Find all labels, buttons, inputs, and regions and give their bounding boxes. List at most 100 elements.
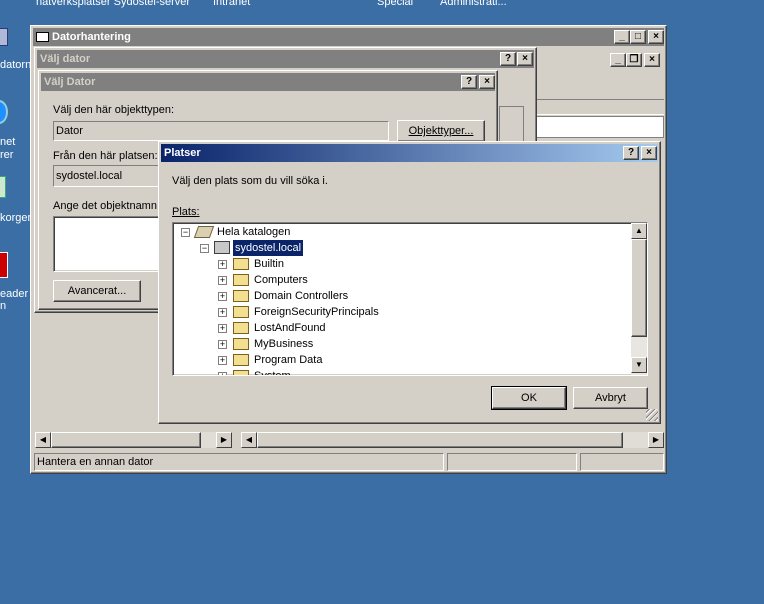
folder-icon: [233, 306, 249, 318]
platser-dialog: Platser ? × Välj den plats som du vill s…: [158, 141, 661, 424]
expand-icon[interactable]: +: [218, 292, 227, 301]
desktop-icon-computer[interactable]: [0, 26, 12, 50]
folder-icon: [233, 322, 249, 334]
platser-instruction: Välj den plats som du vill söka i.: [172, 175, 328, 187]
close-button[interactable]: ×: [479, 75, 495, 89]
left-hscroll-thumb[interactable]: [51, 432, 201, 448]
maximize-button[interactable]: □: [630, 30, 646, 44]
scroll-up-arrow-icon[interactable]: ▲: [631, 223, 647, 239]
help-button[interactable]: ?: [461, 75, 477, 89]
right-hscroll-thumb[interactable]: [257, 432, 623, 448]
valj-dator-outer-title: Välj dator: [40, 53, 91, 65]
computer-management-icon: [36, 32, 49, 43]
object-type-value: Dator: [56, 125, 83, 137]
scroll-right-arrow-icon[interactable]: ▶: [216, 432, 232, 448]
desktop-icon-reader[interactable]: [0, 252, 10, 280]
object-name-textarea[interactable]: [53, 216, 163, 272]
child-minimize-button[interactable]: _: [610, 53, 626, 67]
desktop-icon-label-korgen: korgen: [0, 212, 34, 224]
collapse-icon[interactable]: −: [200, 244, 209, 253]
close-button[interactable]: ×: [517, 52, 533, 66]
object-type-field: Dator: [53, 121, 389, 141]
expand-icon[interactable]: +: [218, 324, 227, 333]
right-panel-content: [536, 116, 664, 138]
tree-child-label: MyBusiness: [254, 338, 314, 350]
right-panel-header: [536, 99, 664, 115]
tree-vscrollbar[interactable]: ▲ ▼: [631, 223, 647, 375]
statusbar-main: Hantera en annan dator: [34, 453, 444, 471]
valj-dator-inner-titlebar: Välj Dator: [41, 73, 495, 91]
right-hscrollbar[interactable]: ◀ ▶: [241, 432, 664, 448]
close-button[interactable]: ×: [648, 30, 664, 44]
help-button[interactable]: ?: [623, 146, 639, 160]
shortcut-administrati[interactable]: Administrati...: [440, 0, 507, 8]
shortcut-special[interactable]: Special: [377, 0, 413, 8]
close-button[interactable]: ×: [641, 146, 657, 160]
desktop-icon-label-n: n: [0, 300, 7, 312]
folder-icon: [233, 290, 249, 302]
collapse-icon[interactable]: −: [181, 228, 190, 237]
tree-child-label: LostAndFound: [254, 322, 326, 334]
location-value: sydostel.local: [56, 170, 123, 182]
top-bar-texts: nätverksplatser Sydostel-server Intranet…: [0, 0, 764, 10]
datorhantering-titlebar: Datorhantering: [33, 28, 664, 46]
folder-icon: [233, 274, 249, 286]
folder-icon: [233, 338, 249, 350]
child-restore-button[interactable]: ❐: [626, 53, 642, 67]
valj-dator-outer-titlebar: Välj dator: [37, 50, 534, 68]
help-button[interactable]: ?: [500, 52, 516, 66]
location-tree[interactable]: − Hela katalogen − sydostel.local + Buil…: [172, 222, 648, 376]
platser-location-label: Plats:: [172, 206, 200, 218]
ok-button[interactable]: OK: [491, 386, 567, 410]
resize-grip-icon[interactable]: [646, 409, 658, 421]
advanced-button-label: Avancerat...: [67, 285, 127, 297]
scroll-left-arrow-icon[interactable]: ◀: [241, 432, 257, 448]
desktop-icon-label-net: net: [0, 136, 16, 148]
expand-icon[interactable]: +: [218, 340, 227, 349]
scroll-right-arrow-icon[interactable]: ▶: [648, 432, 664, 448]
tree-root-hela-katalogen[interactable]: Hela katalogen: [217, 224, 290, 240]
desktop-icon-recycle[interactable]: [0, 176, 10, 202]
object-types-button[interactable]: Objekttyper...: [397, 120, 485, 142]
tree-child-label: Computers: [254, 274, 308, 286]
directory-icon: [193, 226, 215, 238]
expand-icon[interactable]: +: [218, 260, 227, 269]
desktop-icon-ie[interactable]: [0, 100, 10, 126]
internet-explorer-icon: [0, 100, 8, 124]
statusbar-text: Hantera en annan dator: [37, 456, 154, 468]
cancel-button[interactable]: Avbryt: [573, 387, 648, 409]
desktop-icon-label-eader: eader: [0, 288, 29, 300]
scroll-left-arrow-icon[interactable]: ◀: [35, 432, 51, 448]
expand-icon[interactable]: +: [218, 372, 227, 375]
desktop-icon-label-datorn: datorn: [0, 59, 32, 71]
child-close-button[interactable]: ×: [644, 53, 660, 67]
domain-icon: [214, 241, 230, 254]
expand-icon[interactable]: +: [218, 276, 227, 285]
advanced-button[interactable]: Avancerat...: [53, 280, 141, 302]
folder-icon: [233, 370, 249, 375]
computer-icon: [0, 28, 8, 46]
scroll-down-arrow-icon[interactable]: ▼: [631, 357, 647, 373]
tree-child-label: Domain Controllers: [254, 290, 349, 302]
shortcut-intranet[interactable]: Intranet: [213, 0, 250, 8]
valj-dator-inner-title: Välj Dator: [44, 76, 96, 88]
adobe-reader-icon: [0, 252, 8, 278]
tree-child-label: System: [254, 370, 291, 376]
object-type-label: Välj den här objekttypen:: [53, 104, 175, 116]
minimize-button[interactable]: _: [614, 30, 630, 44]
expand-icon[interactable]: +: [218, 356, 227, 365]
folder-icon: [233, 354, 249, 366]
shortcut-natverksplatser[interactable]: nätverksplatser Sydostel-server: [36, 0, 190, 8]
tree-vscroll-thumb[interactable]: [631, 239, 647, 337]
folder-icon: [233, 258, 249, 270]
desktop-icon-label-rer: rer: [0, 149, 14, 161]
tree-domain-sydostel[interactable]: sydostel.local: [231, 239, 305, 257]
location-field: sydostel.local: [53, 165, 173, 187]
statusbar-pane-3: [580, 453, 664, 471]
left-hscrollbar[interactable]: ◀ ▶: [35, 432, 232, 448]
location-label: Från den här platsen:: [53, 150, 158, 162]
expand-icon[interactable]: +: [218, 308, 227, 317]
tree-child-label: Builtin: [254, 258, 284, 270]
tree-child-label: Program Data: [254, 354, 323, 366]
platser-title: Platser: [164, 147, 201, 159]
